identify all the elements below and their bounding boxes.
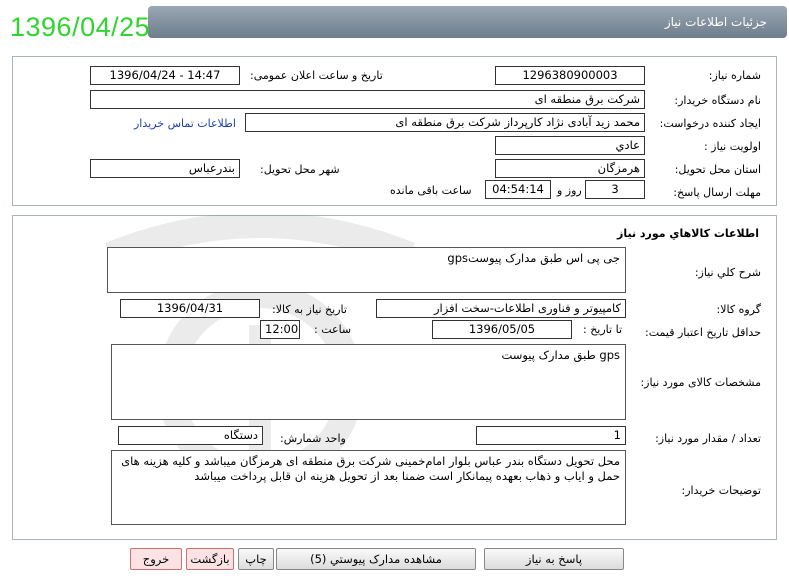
buyer-org-field: شرکت برق منطقه ای — [90, 90, 645, 109]
unit-label: واحد شمارش: — [280, 432, 346, 445]
group-label: گروه کالا: — [716, 303, 761, 316]
general-desc-label: شرح کلي نياز: — [694, 266, 761, 279]
announce-label: تاریخ و ساعت اعلان عمومی: — [250, 69, 383, 82]
buyer-contact-link[interactable]: اطلاعات تماس خریدار — [134, 117, 236, 130]
group-field: کامپیوتر و فناوری اطلاعات-سخت افزار — [376, 299, 626, 318]
requester-field: محمد زید آبادی نژاد کارپرداز شرکت برق من… — [245, 113, 645, 132]
need-date-field: 1396/04/31 — [120, 299, 260, 318]
reply-button[interactable]: پاسخ به نیاز — [484, 548, 624, 570]
unit-field: دستگاه — [118, 426, 263, 445]
days-word: روز و — [557, 184, 582, 197]
announce-field: 1396/04/24 - 14:47 — [90, 66, 240, 85]
back-button[interactable]: بازگشت — [186, 548, 234, 570]
exit-button[interactable]: خروج — [130, 548, 182, 570]
requester-label: ایجاد کننده درخواست: — [659, 117, 761, 130]
need-number-field: 1296380900003 — [495, 66, 645, 85]
page-title: جزئیات اطلاعات نیاز — [664, 15, 767, 29]
deadline-days-field: 3 — [585, 180, 645, 199]
qty-field: 1 — [476, 426, 626, 445]
general-desc-field: جی پی اس طبق مدارک پیوستgps — [107, 247, 626, 293]
buyer-org-label: نام دستگاه خریدار: — [674, 94, 761, 107]
remaining-word: ساعت باقی مانده — [390, 184, 472, 197]
buyer-notes-field: محل تحویل دستگاه بندر عباس بلوار امام‌خم… — [111, 450, 626, 525]
city-label: شهر محل تحویل: — [260, 163, 340, 176]
province-label: استان محل تحویل: — [674, 163, 761, 176]
deadline-time-field: 04:54:14 — [485, 180, 551, 199]
need-date-label: تاریخ نیاز به کالا: — [272, 303, 347, 316]
title-bar: جزئیات اطلاعات نیاز 1396/04/25 — [0, 0, 789, 48]
time-label: ساعت : — [314, 323, 352, 336]
priority-label: اولویت نیاز : — [703, 140, 761, 153]
until-date-label: تا تاریخ : — [583, 323, 622, 336]
until-date-field: 1396/05/05 — [432, 320, 572, 339]
goods-section-title: اطلاعات کالاهاي مورد نياز — [617, 227, 759, 240]
view-documents-button[interactable]: مشاهده مدارک پیوستي (5) — [276, 548, 476, 570]
deadline-label: مهلت ارسال پاسخ: — [673, 186, 761, 199]
specs-field: gps طبق مدارک پیوست — [111, 344, 626, 420]
print-button[interactable]: چاپ — [238, 548, 274, 570]
priority-field: عادي — [495, 136, 645, 155]
buyer-notes-label: توضیحات خریدار: — [681, 484, 762, 497]
qty-label: تعداد / مقدار مورد نیاز: — [655, 432, 761, 445]
city-field: بندرعباس — [90, 159, 240, 178]
date-badge: 1396/04/25 — [10, 12, 151, 42]
min-validity-label: حداقل تاریخ اعتبار قیمت: — [645, 326, 761, 339]
province-field: هرمزگان — [495, 159, 645, 178]
need-number-label: شماره نیاز: — [708, 69, 761, 82]
time-field: 12:00 — [260, 320, 300, 339]
specs-label: مشخصات کالای مورد نیاز: — [640, 376, 761, 389]
